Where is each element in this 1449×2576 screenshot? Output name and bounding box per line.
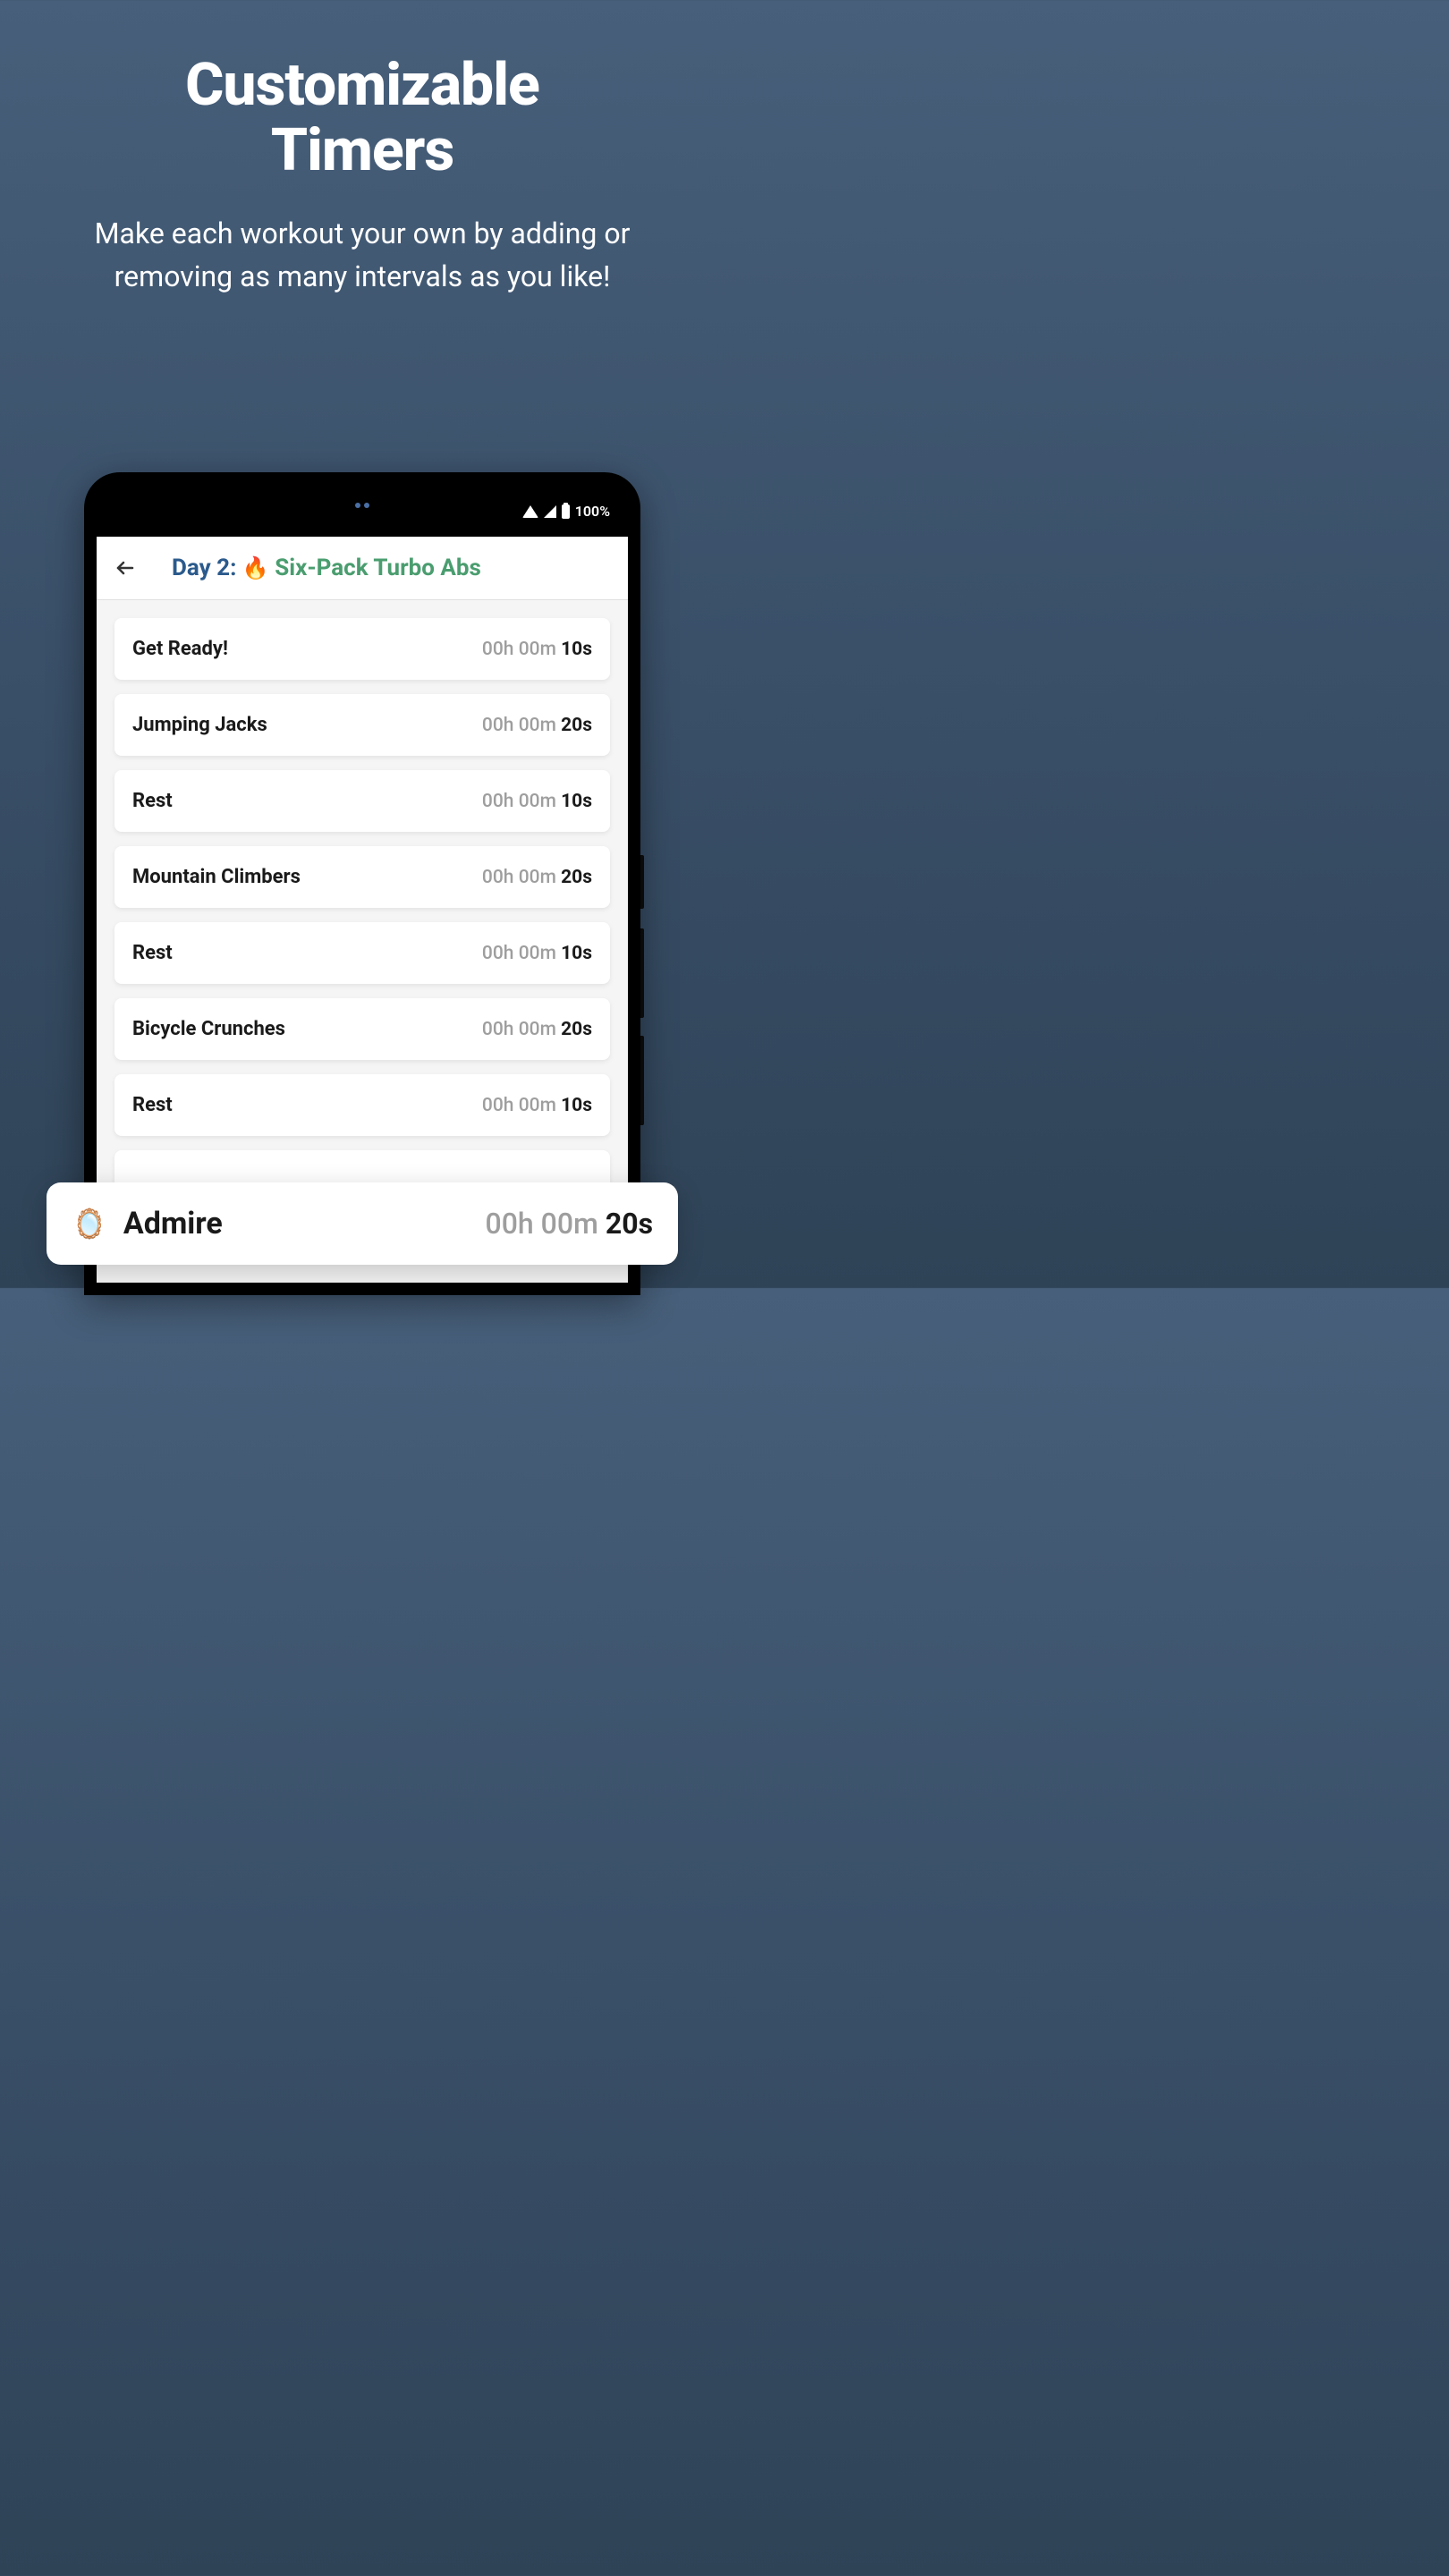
interval-name: Bicycle Crunches xyxy=(132,1018,285,1040)
battery-icon xyxy=(562,504,570,519)
fire-icon: 🔥 xyxy=(242,555,269,580)
interval-name: Rest xyxy=(132,942,173,964)
interval-item[interactable]: Rest 00h 00m 10s xyxy=(114,770,610,832)
app-header: Day 2: 🔥 Six-Pack Turbo Abs xyxy=(97,537,628,600)
interval-time: 00h 00m 10s xyxy=(482,791,592,812)
status-bar: 100% xyxy=(522,503,610,520)
interval-list[interactable]: Get Ready! 00h 00m 10s Jumping Jacks 00h… xyxy=(97,600,628,1190)
floating-interval-time: 00h 00m 20s xyxy=(486,1207,653,1241)
signal-icon xyxy=(544,505,556,518)
wifi-icon xyxy=(522,505,538,518)
phone-physical-button xyxy=(640,1036,644,1125)
interval-time: 00h 00m 10s xyxy=(482,943,592,964)
interval-name: Jumping Jacks xyxy=(132,714,267,736)
back-button[interactable] xyxy=(114,557,136,579)
interval-item[interactable]: Get Ready! 00h 00m 10s xyxy=(114,618,610,680)
interval-time: 00h 00m 10s xyxy=(482,639,592,660)
phone-screen: 100% Day 2: 🔥 Six-Pack Turbo Abs xyxy=(97,485,628,1283)
interval-time: 00h 00m 10s xyxy=(482,1095,592,1116)
interval-item[interactable]: Rest 00h 00m 10s xyxy=(114,922,610,984)
interval-item[interactable]: Rest 00h 00m 10s xyxy=(114,1074,610,1136)
hero-title: Customizable Timers xyxy=(0,0,724,183)
battery-percent: 100% xyxy=(575,503,610,520)
floating-interval-name: Admire xyxy=(123,1206,223,1241)
interval-time: 00h 00m 20s xyxy=(482,1019,592,1040)
phone-camera xyxy=(352,503,373,510)
floating-interval-card[interactable]: 🪞 Admire 00h 00m 20s xyxy=(47,1182,678,1265)
interval-item[interactable]: Bicycle Crunches 00h 00m 20s xyxy=(114,998,610,1060)
phone-physical-button xyxy=(640,928,644,1018)
phone-physical-button xyxy=(640,855,644,909)
page-title: Day 2: 🔥 Six-Pack Turbo Abs xyxy=(172,555,481,581)
interval-time: 00h 00m 20s xyxy=(482,867,592,888)
app-screen: Day 2: 🔥 Six-Pack Turbo Abs Get Ready! 0… xyxy=(97,537,628,1283)
interval-item[interactable]: Mountain Climbers 00h 00m 20s xyxy=(114,846,610,908)
interval-item[interactable]: Jumping Jacks 00h 00m 20s xyxy=(114,694,610,756)
interval-name: Get Ready! xyxy=(132,638,228,660)
mirror-icon: 🪞 xyxy=(72,1207,107,1241)
hero-subtitle: Make each workout your own by adding or … xyxy=(0,183,724,298)
interval-time: 00h 00m 20s xyxy=(482,715,592,736)
phone-frame: 100% Day 2: 🔥 Six-Pack Turbo Abs xyxy=(84,472,640,1295)
interval-name: Mountain Climbers xyxy=(132,866,301,888)
interval-name: Rest xyxy=(132,1094,173,1116)
interval-name: Rest xyxy=(132,790,173,812)
